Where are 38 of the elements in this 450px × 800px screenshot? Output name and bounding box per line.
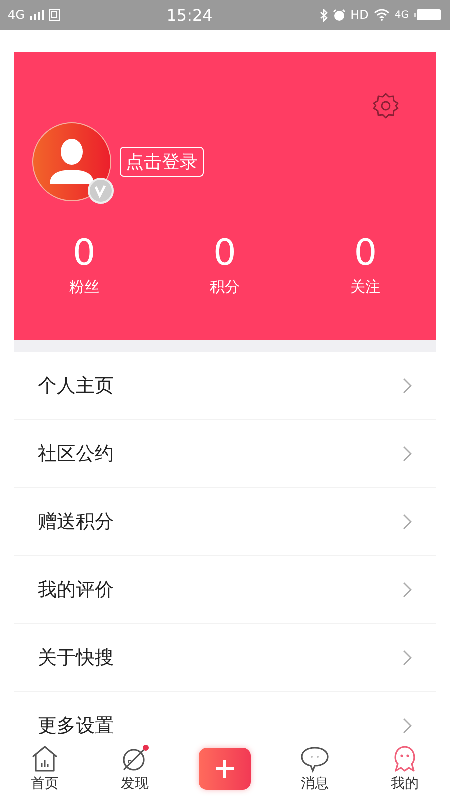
menu-item[interactable]: 关于快搜 [14, 624, 436, 692]
menu-item[interactable]: 社区公约 [14, 420, 436, 488]
alarm-icon [332, 8, 346, 22]
wifi-icon [374, 9, 390, 21]
menu-item[interactable]: 赠送积分 [14, 488, 436, 556]
tab-item[interactable]: 我的 [360, 738, 450, 800]
chevron-icon [403, 582, 412, 598]
network-label: 4G [394, 10, 409, 20]
chevron-icon [403, 718, 412, 734]
stat-label: 积分 [210, 278, 240, 297]
settings-icon[interactable] [372, 92, 400, 120]
chevron-icon [403, 514, 412, 530]
chevron-icon [403, 378, 412, 394]
chevron-icon [403, 446, 412, 462]
hd-label: HD [350, 8, 369, 22]
tab-item[interactable]: 首页 [0, 738, 90, 800]
menu-item[interactable]: 我的评价 [14, 556, 436, 624]
add-button[interactable] [199, 748, 251, 790]
signal-icon [30, 10, 44, 20]
sim-icon [48, 9, 60, 21]
battery-icon [414, 9, 442, 21]
clock-time: 15:24 [166, 6, 213, 24]
stat-label: 粉丝 [69, 278, 100, 297]
avatar-icon[interactable] [32, 122, 112, 202]
house-icon [30, 745, 60, 773]
stat-value: 0 [354, 234, 378, 274]
stat-label: 关注 [350, 278, 381, 297]
plus-icon [215, 759, 235, 779]
menu-item[interactable]: 个人主页 [14, 352, 436, 420]
chevron-icon [403, 650, 412, 666]
tab-item[interactable]: 发现 [90, 738, 180, 800]
chat-bubble-icon [300, 745, 330, 773]
bluetooth-icon [320, 8, 328, 22]
verified-badge-icon [88, 178, 114, 204]
network-label: 4G [8, 8, 25, 22]
tab-item[interactable]: 消息 [270, 738, 360, 800]
stat-value: 0 [214, 234, 236, 274]
stat-value: 0 [72, 234, 96, 274]
